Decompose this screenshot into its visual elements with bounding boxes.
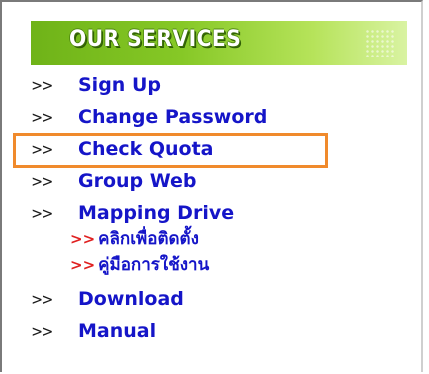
- install-link[interactable]: คลิกเพื่อติดตั้ง: [98, 229, 199, 249]
- check-quota-link[interactable]: Check Quota: [78, 138, 214, 160]
- user-guide-link[interactable]: คู่มือการใช้งาน: [98, 255, 209, 275]
- sign-up-link[interactable]: Sign Up: [78, 74, 161, 96]
- bullet-arrow-icon: >>: [32, 322, 53, 342]
- bullet-arrow-icon: >>: [32, 172, 53, 192]
- submenu-item-install[interactable]: >> คลิกเพื่อติดตั้ง: [32, 226, 422, 252]
- services-menu: >> Sign Up >> Change Password >> Check Quot…: [32, 70, 422, 348]
- menu-item-download[interactable]: >> Download: [32, 284, 422, 316]
- manual-link[interactable]: Manual: [78, 320, 156, 342]
- menu-item-sign-up[interactable]: >> Sign Up: [32, 70, 422, 102]
- submenu-item-manual-guide[interactable]: >> คู่มือการใช้งาน: [32, 252, 422, 278]
- bullet-arrow-icon: >>: [32, 108, 53, 128]
- red-arrow-icon: >>: [70, 230, 96, 248]
- header-title: OUR SERVICES: [69, 27, 242, 52]
- services-header: OUR SERVICES: [31, 21, 407, 65]
- mapping-drive-link[interactable]: Mapping Drive: [78, 202, 234, 224]
- menu-item-group-web[interactable]: >> Group Web: [32, 166, 422, 198]
- bullet-arrow-icon: >>: [32, 76, 53, 96]
- bullet-arrow-icon: >>: [32, 140, 53, 160]
- menu-item-change-password[interactable]: >> Change Password: [32, 102, 422, 134]
- dot-pattern-decoration: [365, 29, 395, 57]
- bullet-arrow-icon: >>: [32, 204, 53, 224]
- red-arrow-icon: >>: [70, 256, 96, 274]
- menu-item-check-quota[interactable]: >> Check Quota: [32, 134, 422, 166]
- menu-item-mapping-drive[interactable]: >> Mapping Drive: [32, 198, 422, 226]
- change-password-link[interactable]: Change Password: [78, 106, 267, 128]
- menu-item-manual[interactable]: >> Manual: [32, 316, 422, 348]
- download-link[interactable]: Download: [78, 288, 184, 310]
- bullet-arrow-icon: >>: [32, 290, 53, 310]
- group-web-link[interactable]: Group Web: [78, 170, 197, 192]
- services-panel: OUR SERVICES >> Sign Up >> Change Password…: [0, 0, 423, 372]
